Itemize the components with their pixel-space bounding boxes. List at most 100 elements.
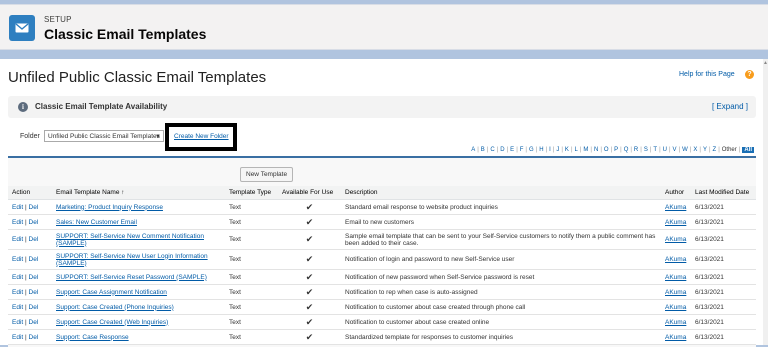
letter-filter-e[interactable]: E <box>510 147 514 153</box>
template-name-link[interactable]: SUPPORT: Self-Service Reset Password (SA… <box>56 274 207 281</box>
template-name-link[interactable]: Support: Case Assignment Notification <box>56 289 167 296</box>
author-link[interactable]: AKuma <box>665 274 686 281</box>
letter-filter-b[interactable]: B <box>481 147 485 153</box>
last-modified-date: 6/13/2021 <box>691 299 756 315</box>
folder-select[interactable]: Unfiled Public Classic Email Templates ▼ <box>44 130 164 142</box>
letter-filter-o[interactable]: O <box>604 147 609 153</box>
letter-filter-m[interactable]: M <box>583 147 588 153</box>
letter-separator: | <box>600 147 602 153</box>
edit-link[interactable]: Edit <box>12 256 23 263</box>
letter-filter-k[interactable]: K <box>565 147 569 153</box>
letter-filter-h[interactable]: H <box>539 147 543 153</box>
letter-filter-c[interactable]: C <box>490 147 494 153</box>
row-actions: Edit | Del <box>8 229 52 250</box>
letter-filter-j[interactable]: J <box>556 147 559 153</box>
edit-link[interactable]: Edit <box>12 289 23 296</box>
template-name-cell: SUPPORT: Self-Service New Comment Notifi… <box>52 229 225 250</box>
template-name-link[interactable]: SUPPORT: Self-Service New Comment Notifi… <box>56 233 204 247</box>
scroll-up-icon[interactable]: ▲ <box>763 59 768 67</box>
author-link[interactable]: AKuma <box>665 219 686 226</box>
letter-filter-a[interactable]: A <box>471 147 475 153</box>
letter-filter-other[interactable]: Other <box>722 147 737 153</box>
letter-filter-g[interactable]: G <box>529 147 534 153</box>
letter-filter-y[interactable]: Y <box>703 147 707 153</box>
delete-link[interactable]: Del <box>29 256 39 263</box>
edit-link[interactable]: Edit <box>12 219 23 226</box>
checkmark-icon: ✔ <box>278 199 341 215</box>
delete-link[interactable]: Del <box>29 319 39 326</box>
template-description: Notification of login and password to ne… <box>341 249 661 270</box>
delete-link[interactable]: Del <box>29 289 39 296</box>
author-link[interactable]: AKuma <box>665 256 686 263</box>
template-name-cell: SUPPORT: Self-Service Reset Password (SA… <box>52 269 225 285</box>
row-actions: Edit | Del <box>8 329 52 345</box>
edit-link[interactable]: Edit <box>12 204 23 211</box>
template-name-link[interactable]: Support: Case Created (Phone Inquiries) <box>56 304 174 311</box>
author-cell: AKuma <box>661 229 691 250</box>
new-template-button[interactable]: New Template <box>240 167 294 182</box>
author-link[interactable]: AKuma <box>665 304 686 311</box>
letter-filter-r[interactable]: R <box>634 147 638 153</box>
letter-filter-d[interactable]: D <box>500 147 504 153</box>
template-name-link[interactable]: Support: Case Created (Web Inquiries) <box>56 319 168 326</box>
template-name-link[interactable]: Support: Case Response <box>56 334 129 341</box>
expand-link[interactable]: [ Expand ] <box>712 102 748 111</box>
delete-link[interactable]: Del <box>29 304 39 311</box>
edit-link[interactable]: Edit <box>12 319 23 326</box>
letter-separator: | <box>496 147 499 153</box>
letter-filter-f[interactable]: F <box>520 147 524 153</box>
letter-filter-n[interactable]: N <box>594 147 598 153</box>
author-link[interactable]: AKuma <box>665 334 686 341</box>
row-actions: Edit | Del <box>8 214 52 230</box>
column-header-name[interactable]: Email Template Name ↑ <box>52 186 225 200</box>
edit-link[interactable]: Edit <box>12 236 23 243</box>
letter-filter-x[interactable]: X <box>693 147 697 153</box>
letter-filter-s[interactable]: S <box>644 147 648 153</box>
letter-filter-v[interactable]: V <box>673 147 677 153</box>
help-link[interactable]: Help for this Page <box>679 71 735 78</box>
letter-filter-u[interactable]: U <box>663 147 667 153</box>
letter-filter-l[interactable]: L <box>575 147 578 153</box>
sort-ascending-icon: ↑ <box>121 190 125 196</box>
template-name-link[interactable]: Sales: New Customer Email <box>56 219 137 226</box>
edit-link[interactable]: Edit <box>12 334 23 341</box>
availability-title: Classic Email Template Availability <box>35 102 168 111</box>
author-cell: AKuma <box>661 199 691 215</box>
letter-filter-all[interactable]: All <box>742 147 754 153</box>
letter-filter-p[interactable]: P <box>614 147 618 153</box>
create-new-folder-link[interactable]: Create New Folder <box>174 133 229 140</box>
letter-filter-t[interactable]: T <box>653 147 657 153</box>
templates-table: Action Email Template Name ↑ Template Ty… <box>8 186 756 345</box>
availability-section[interactable]: i Classic Email Template Availability [ … <box>8 96 756 118</box>
letter-separator: | <box>525 147 527 153</box>
letter-filter-w[interactable]: W <box>682 147 688 153</box>
template-type: Text <box>225 229 278 250</box>
letter-filter-i[interactable]: I <box>549 147 551 153</box>
letter-separator: | <box>668 147 671 153</box>
letter-separator: | <box>545 147 548 153</box>
last-modified-date: 6/13/2021 <box>691 284 756 300</box>
delete-link[interactable]: Del <box>29 204 39 211</box>
letter-filter-q[interactable]: Q <box>624 147 629 153</box>
vertical-scrollbar[interactable] <box>763 59 768 345</box>
checkmark-icon: ✔ <box>278 329 341 345</box>
folder-select-value: Unfiled Public Classic Email Templates <box>48 133 160 140</box>
edit-link[interactable]: Edit <box>12 274 23 281</box>
letter-separator: | <box>678 147 681 153</box>
delete-link[interactable]: Del <box>29 274 39 281</box>
author-link[interactable]: AKuma <box>665 289 686 296</box>
delete-link[interactable]: Del <box>29 219 39 226</box>
template-name-link[interactable]: Marketing: Product Inquiry Response <box>56 204 163 211</box>
delete-link[interactable]: Del <box>29 236 39 243</box>
author-link[interactable]: AKuma <box>665 319 686 326</box>
author-link[interactable]: AKuma <box>665 236 686 243</box>
template-name-cell: Support: Case Assignment Notification <box>52 284 225 300</box>
template-name-link[interactable]: SUPPORT: Self-Service New User Login Inf… <box>56 253 208 267</box>
letter-separator: | <box>649 147 652 153</box>
template-type: Text <box>225 249 278 270</box>
edit-link[interactable]: Edit <box>12 304 23 311</box>
letter-filter-z[interactable]: Z <box>713 147 717 153</box>
help-icon[interactable]: ? <box>745 70 754 79</box>
author-link[interactable]: AKuma <box>665 204 686 211</box>
delete-link[interactable]: Del <box>29 334 39 341</box>
